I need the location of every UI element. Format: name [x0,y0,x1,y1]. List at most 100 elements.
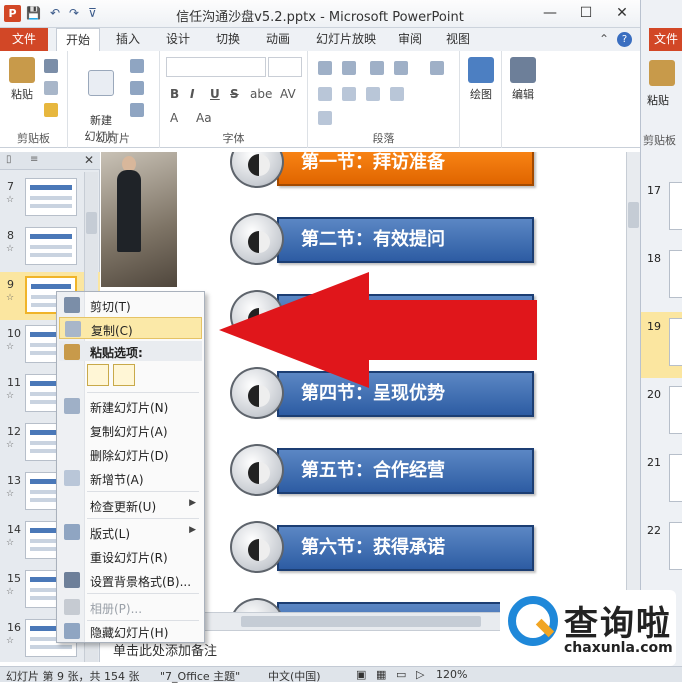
bullets-icon[interactable] [318,61,332,75]
align-right-icon[interactable] [366,87,380,101]
adjacent-thumbnail-21[interactable]: 21 [641,448,682,514]
menu-copy[interactable]: 复制(C) [59,317,202,339]
menu-delete-slide[interactable]: 删除幻灯片(D) [59,443,202,465]
drawing-button[interactable]: 绘图 [464,57,498,102]
editing-group: 编辑 [502,51,544,148]
animation-star-icon: ☆ [6,195,15,205]
help-icon[interactable]: ? [617,32,632,47]
font-family-dropdown[interactable] [166,57,266,77]
editing-button[interactable]: 编辑 [506,57,540,102]
section-title: 第一节：拜访准备 [277,152,534,186]
adjacent-thumbnail-image[interactable] [669,318,682,366]
animation-star-icon: ☆ [6,440,15,450]
menu-check-updates[interactable]: 检查更新(U) ▶ [59,494,202,516]
increase-indent-icon[interactable] [394,61,408,75]
line-spacing-icon[interactable] [430,61,444,75]
maximize-button[interactable]: ☐ [568,0,604,27]
collapse-ribbon-icon[interactable]: ⌃ [599,32,609,47]
adjacent-thumbnail-19[interactable]: 19 [641,312,682,378]
shadow-button[interactable]: abe [250,87,272,101]
menu-new-slide[interactable]: 新建幻灯片(N) [59,395,202,417]
tab-transitions[interactable]: 切换 [208,28,248,51]
font-size-dropdown[interactable] [268,57,302,77]
justify-icon[interactable] [390,87,404,101]
adjacent-thumbnail-18[interactable]: 18 [641,244,682,310]
menu-cut[interactable]: 剪切(T) [59,294,202,316]
minimize-button[interactable]: — [532,0,568,27]
align-center-icon[interactable] [342,87,356,101]
adjacent-thumbnail-image[interactable] [669,250,682,298]
cut-icon[interactable] [44,59,58,73]
adjacent-thumbnail-image[interactable] [669,386,682,434]
copy-icon[interactable] [44,81,58,95]
paste-keep-formatting-button[interactable] [87,364,109,386]
strikethrough-button[interactable]: S [230,87,239,101]
outline-tab-icon[interactable]: ≡ [30,154,38,165]
red-arrow-shape [219,272,537,388]
menu-item-label: 检查更新(U) [90,500,157,514]
thumbnail-scroll-thumb[interactable] [86,212,97,234]
underline-button[interactable]: U [210,87,220,101]
tab-home[interactable]: 开始 [56,28,100,51]
decrease-indent-icon[interactable] [370,61,384,75]
adjacent-thumbnail-image[interactable] [669,182,682,230]
adjacent-tab-file[interactable]: 文件 [649,28,682,51]
menu-reset-slide[interactable]: 重设幻灯片(R) [59,545,202,567]
zoom-level[interactable]: 120% [436,668,467,681]
adjacent-thumbnail-22[interactable]: 22 [641,516,682,582]
char-spacing-button[interactable]: AV [280,87,296,101]
adjacent-thumbnail-image[interactable] [669,454,682,502]
menu-hide-slide[interactable]: 隐藏幻灯片(H) [59,620,202,642]
reading-view-icon[interactable]: ▭ [396,668,406,681]
tab-view[interactable]: 视图 [438,28,478,51]
tab-design[interactable]: 设计 [158,28,198,51]
menu-layout[interactable]: 版式(L) ▶ [59,521,202,543]
numbering-icon[interactable] [342,61,356,75]
slide-photo [101,152,177,287]
thumbnail-image[interactable] [25,227,77,265]
layout-icon[interactable] [130,59,144,73]
slideshow-view-icon[interactable]: ▷ [416,668,424,681]
close-button[interactable]: ✕ [604,0,640,27]
adjacent-thumbnail-17[interactable]: 17 [641,176,682,242]
tab-file[interactable]: 文件 [0,28,48,51]
italic-button[interactable]: I [190,87,194,101]
close-panel-icon[interactable]: ✕ [84,153,94,167]
menu-add-section[interactable]: 新增节(A) [59,467,202,489]
tab-animations[interactable]: 动画 [258,28,298,51]
tab-insert[interactable]: 插入 [108,28,148,51]
tab-slideshow[interactable]: 幻灯片放映 [310,28,382,51]
sorter-view-icon[interactable]: ▦ [376,668,386,681]
red-arrow [219,272,537,388]
thumbnail-number: 13 [7,474,21,487]
slide-scroll-thumb[interactable] [628,202,639,228]
text-direction-icon[interactable] [318,111,332,125]
layout-icon [64,524,80,540]
slide-vertical-scrollbar[interactable] [626,152,640,612]
yin-yang-badge-icon [230,444,284,496]
tab-review[interactable]: 审阅 [390,28,430,51]
menu-duplicate-slide[interactable]: 复制幻灯片(A) [59,419,202,441]
menu-format-background[interactable]: 设置背景格式(B)... [59,569,202,591]
adjacent-thumbnail-number: 21 [647,456,661,469]
adjacent-thumbnail-20[interactable]: 20 [641,380,682,446]
section-icon[interactable] [130,103,144,117]
align-left-icon[interactable] [318,87,332,101]
menu-item-label: 版式(L) [90,527,131,541]
animation-star-icon: ☆ [6,636,15,646]
paste-button[interactable]: 粘贴 [4,57,40,102]
adjacent-thumbnail-image[interactable] [669,522,682,570]
bold-button[interactable]: B [170,87,179,101]
thumbnail-image[interactable] [25,178,77,216]
adjacent-paste-icon[interactable] [649,60,675,86]
format-painter-icon[interactable] [44,103,58,117]
reset-icon[interactable] [130,81,144,95]
panel-tab-icon[interactable]: ▯ [6,154,12,165]
normal-view-icon[interactable]: ▣ [356,668,366,681]
change-case-button[interactable]: Aa [196,111,212,125]
slides-group: 新建 幻灯片 幻灯片 [68,51,160,148]
font-color-button[interactable]: A [170,111,178,125]
title-bar: P 💾 ↶ ↷ ⊽ 信任沟通沙盘v5.2.pptx - Microsoft Po… [0,0,640,28]
paste-picture-button[interactable] [113,364,135,386]
horizontal-scroll-thumb[interactable] [241,616,481,627]
